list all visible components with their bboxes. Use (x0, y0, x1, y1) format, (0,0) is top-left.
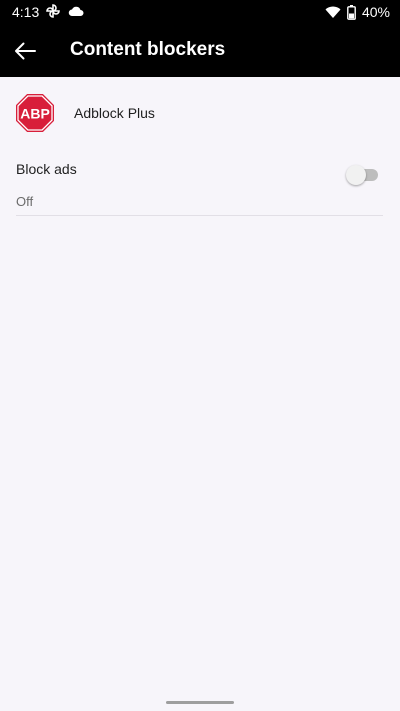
battery-icon (347, 4, 356, 20)
status-time: 4:13 (12, 4, 40, 20)
provider-name: Adblock Plus (74, 105, 155, 121)
battery-percent: 40% (361, 4, 390, 20)
block-ads-toggle[interactable] (346, 165, 380, 185)
cloud-icon (68, 6, 84, 16)
status-notification-icons (46, 4, 84, 18)
block-ads-setting[interactable]: Block ads (0, 149, 400, 217)
abp-logo-text: ABP (20, 106, 50, 122)
divider (16, 215, 383, 216)
wifi-icon (325, 6, 341, 18)
gesture-nav-bar (0, 695, 400, 711)
status-right: 40% (325, 4, 390, 20)
adblock-plus-logo: ABP (16, 94, 54, 132)
arrow-left-icon (15, 42, 36, 60)
pinwheel-icon (46, 4, 60, 18)
provider-header: ABP Adblock Plus (0, 77, 400, 149)
block-ads-label: Block ads (16, 161, 77, 177)
back-button[interactable] (10, 36, 40, 66)
settings-content: ABP Adblock Plus Block ads Off (0, 77, 400, 695)
app-bar: Content blockers (0, 24, 400, 77)
status-bar: 4:13 40% (0, 0, 400, 24)
home-gesture-handle[interactable] (166, 701, 234, 704)
toggle-thumb (346, 165, 366, 185)
page-title: Content blockers (70, 39, 226, 60)
block-ads-summary: Off (16, 194, 34, 209)
